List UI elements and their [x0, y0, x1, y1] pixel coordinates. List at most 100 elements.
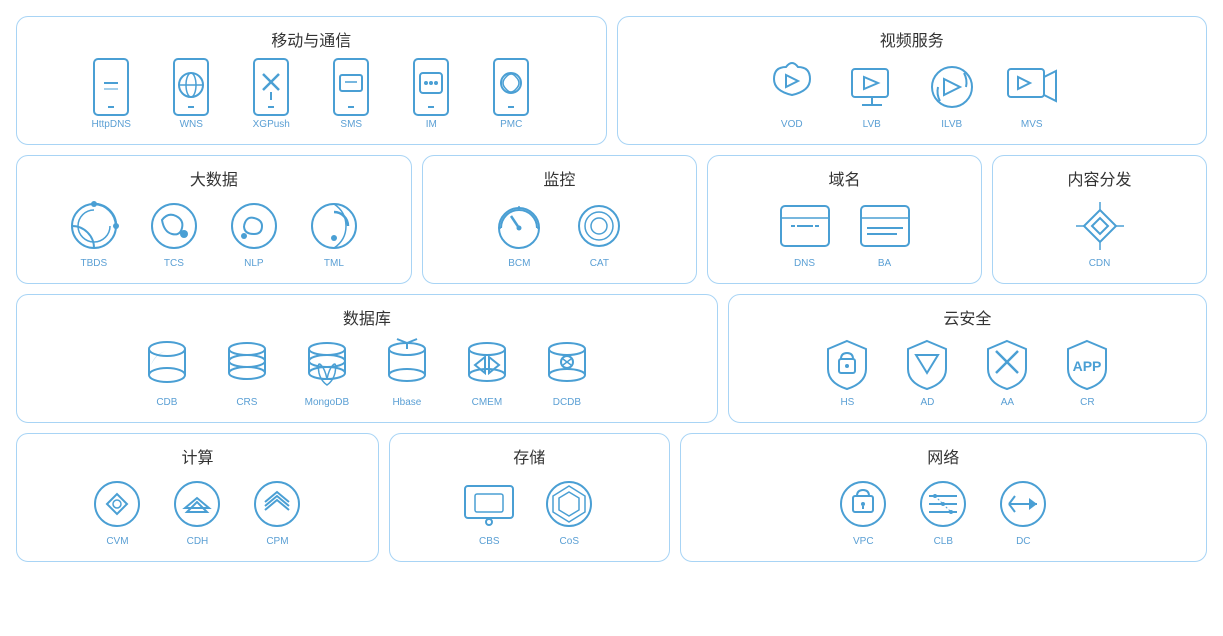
hs-label: HS	[840, 397, 854, 408]
list-item: WNS	[163, 59, 219, 130]
row-2: 大数据 TBDS	[16, 155, 1207, 284]
list-item: CDH	[169, 476, 225, 547]
dns-label: DNS	[794, 258, 815, 269]
list-item: SMS	[323, 59, 379, 130]
cbs-label: CBS	[479, 536, 500, 547]
pmc-label: PMC	[500, 119, 522, 130]
network-title: 网络	[697, 444, 1190, 468]
ad-icon	[899, 337, 955, 393]
list-item: DNS	[777, 198, 833, 269]
list-item: CDB	[139, 337, 195, 408]
nlp-icon	[226, 198, 282, 254]
cvm-icon	[89, 476, 145, 532]
domain-icons: DNS BA	[724, 198, 965, 269]
list-item: APP CR	[1059, 337, 1115, 408]
list-item: MongoDB	[299, 337, 355, 408]
mongodb-icon	[299, 337, 355, 393]
xgpush-label: XGPush	[253, 119, 290, 130]
database-card: 数据库 CDB	[16, 294, 718, 423]
row-4: 计算 CVM	[16, 433, 1207, 562]
mobile-title: 移动与通信	[33, 27, 590, 51]
cdb-label: CDB	[156, 397, 177, 408]
cdn-card: 内容分发 CDN	[992, 155, 1207, 284]
domain-card: 域名 DNS	[707, 155, 982, 284]
dcdb-label: DCDB	[553, 397, 581, 408]
monitor-title: 监控	[439, 166, 680, 190]
list-item: LVB	[844, 59, 900, 130]
vpc-label: VPC	[853, 536, 874, 547]
network-icons: VPC	[697, 476, 1190, 547]
compute-card: 计算 CVM	[16, 433, 379, 562]
nlp-label: NLP	[244, 258, 263, 269]
bcm-icon	[491, 198, 547, 254]
list-item: BCM	[491, 198, 547, 269]
list-item: CPM	[249, 476, 305, 547]
storage-icons: CBS CoS	[406, 476, 653, 547]
tml-label: TML	[324, 258, 344, 269]
list-item: CDN	[1072, 198, 1128, 269]
aa-label: AA	[1001, 397, 1014, 408]
row-3: 数据库 CDB	[16, 294, 1207, 423]
compute-icons: CVM CDH	[33, 476, 362, 547]
list-item: CMEM	[459, 337, 515, 408]
lvb-label: LVB	[863, 119, 881, 130]
tml-icon	[306, 198, 362, 254]
crs-label: CRS	[236, 397, 257, 408]
storage-title: 存储	[406, 444, 653, 468]
row-1: 移动与通信 HttpDNS	[16, 16, 1207, 145]
ilvb-label: ILVB	[941, 119, 962, 130]
hbase-label: Hbase	[392, 397, 421, 408]
list-item: MVS	[1004, 59, 1060, 130]
security-title: 云安全	[745, 305, 1190, 329]
vpc-icon	[835, 476, 891, 532]
cbs-icon	[461, 476, 517, 532]
im-label: IM	[426, 119, 437, 130]
mongodb-label: MongoDB	[305, 397, 349, 408]
cat-icon	[571, 198, 627, 254]
video-title: 视频服务	[634, 27, 1191, 51]
dns-icon	[777, 198, 833, 254]
svg-text:APP: APP	[1073, 358, 1102, 374]
im-icon	[403, 59, 459, 115]
main-layout: 移动与通信 HttpDNS	[16, 16, 1207, 562]
list-item: TBDS	[66, 198, 122, 269]
dc-icon	[995, 476, 1051, 532]
list-item: HttpDNS	[83, 59, 139, 130]
cpm-label: CPM	[266, 536, 288, 547]
list-item: HS	[819, 337, 875, 408]
list-item: IM	[403, 59, 459, 130]
hbase-icon	[379, 337, 435, 393]
bigdata-title: 大数据	[33, 166, 395, 190]
list-item: DC	[995, 476, 1051, 547]
list-item: PMC	[483, 59, 539, 130]
httpdns-label: HttpDNS	[92, 119, 131, 130]
cos-label: CoS	[560, 536, 579, 547]
cdn-title: 内容分发	[1009, 166, 1190, 190]
list-item: XGPush	[243, 59, 299, 130]
database-icons: CDB CRS	[33, 337, 701, 408]
dc-label: DC	[1016, 536, 1030, 547]
vod-label: VOD	[781, 119, 803, 130]
network-card: 网络 VPC	[680, 433, 1207, 562]
list-item: CLB	[915, 476, 971, 547]
monitor-card: 监控 BCM	[422, 155, 697, 284]
crs-icon	[219, 337, 275, 393]
list-item: TCS	[146, 198, 202, 269]
list-item: Hbase	[379, 337, 435, 408]
tcs-icon	[146, 198, 202, 254]
list-item: VOD	[764, 59, 820, 130]
cvm-label: CVM	[106, 536, 128, 547]
cat-label: CAT	[590, 258, 609, 269]
list-item: TML	[306, 198, 362, 269]
wns-label: WNS	[180, 119, 203, 130]
list-item: CRS	[219, 337, 275, 408]
monitor-icons: BCM CAT	[439, 198, 680, 269]
list-item: CAT	[571, 198, 627, 269]
mvs-label: MVS	[1021, 119, 1043, 130]
mobile-card: 移动与通信 HttpDNS	[16, 16, 607, 145]
dcdb-icon	[539, 337, 595, 393]
cdn-icon	[1072, 198, 1128, 254]
storage-card: 存储 CBS	[389, 433, 670, 562]
list-item: AA	[979, 337, 1035, 408]
xgpush-icon	[243, 59, 299, 115]
